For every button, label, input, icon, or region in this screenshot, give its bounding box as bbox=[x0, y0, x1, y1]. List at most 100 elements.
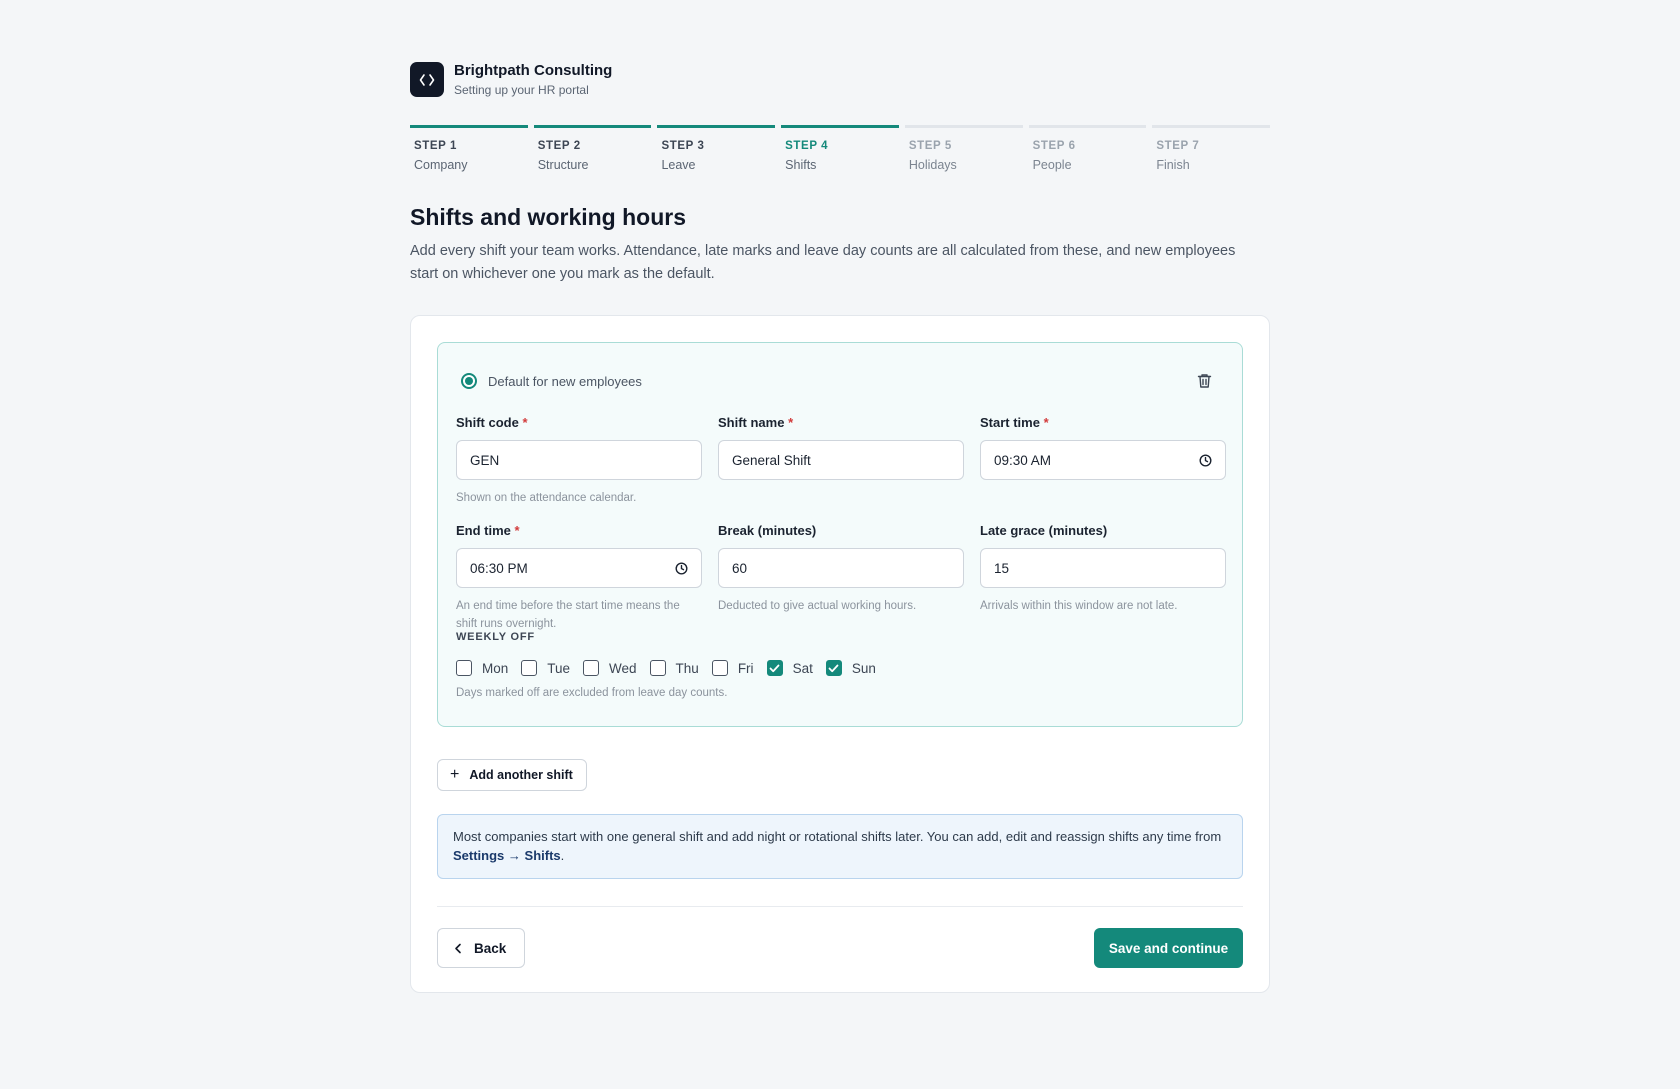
start-time-field: Start time * 09:30 AM bbox=[980, 415, 1226, 507]
end-time-value: 06:30 PM bbox=[470, 560, 528, 576]
checkbox[interactable] bbox=[766, 660, 783, 676]
trash-icon[interactable] bbox=[1197, 373, 1212, 389]
shift-code-value: GEN bbox=[470, 452, 500, 468]
settings-link[interactable]: Settings bbox=[453, 848, 504, 863]
day-label: Wed bbox=[609, 660, 637, 676]
shift-name-label: Shift name bbox=[718, 415, 785, 430]
step-4[interactable]: STEP 4 Shifts bbox=[781, 125, 899, 177]
step-number: STEP 4 bbox=[785, 140, 829, 152]
end-time-field: End time * 06:30 PM An end time before t… bbox=[456, 523, 702, 633]
back-label: Back bbox=[474, 940, 507, 956]
divider bbox=[437, 906, 1243, 907]
shift-code-label: Shift code bbox=[456, 415, 519, 430]
company-subtitle: Setting up your HR portal bbox=[454, 83, 589, 97]
step-label: Finish bbox=[1156, 158, 1190, 172]
default-radio-label: Default for new employees bbox=[488, 373, 642, 389]
weekly-off-title: WEEKLY OFF bbox=[456, 631, 535, 643]
break-input[interactable]: 60 bbox=[718, 548, 964, 588]
late-grace-input[interactable]: 15 bbox=[980, 548, 1226, 588]
code-brackets-icon bbox=[410, 62, 444, 97]
end-time-label: End time bbox=[456, 523, 511, 538]
break-value: 60 bbox=[732, 560, 748, 576]
step-label: Holidays bbox=[908, 158, 957, 172]
add-shift-button[interactable]: + Add another shift bbox=[437, 759, 587, 791]
weekly-off-sat[interactable]: Sat bbox=[766, 660, 813, 676]
checkbox[interactable] bbox=[711, 660, 728, 676]
company-name: Brightpath Consulting bbox=[454, 62, 613, 79]
weekly-off-days: Mon Tue Wed Thu Fri Sat Sun bbox=[456, 660, 889, 676]
day-label: Tue bbox=[547, 660, 571, 676]
start-time-label: Start time bbox=[980, 415, 1040, 430]
weekly-off-section: WEEKLY OFF Mon Tue Wed Thu Fri Sat Sun Days ma… bbox=[456, 631, 889, 699]
save-continue-button[interactable]: Save and continue bbox=[1094, 928, 1243, 968]
break-label: Break (minutes) bbox=[718, 523, 817, 538]
checkbox[interactable] bbox=[583, 660, 600, 676]
step-label: Shifts bbox=[785, 158, 817, 172]
shift-code-help: Shown on the attendance calendar. bbox=[456, 492, 637, 504]
weekly-off-thu[interactable]: Thu bbox=[649, 660, 699, 676]
checkbox[interactable] bbox=[521, 660, 538, 676]
step-number: STEP 5 bbox=[908, 140, 952, 152]
weekly-off-help: Days marked off are excluded from leave … bbox=[456, 687, 728, 699]
setup-wizard: Brightpath Consulting Setting up your HR… bbox=[410, 62, 1271, 993]
brand-header: Brightpath Consulting Setting up your HR… bbox=[410, 62, 1270, 97]
step-number: STEP 6 bbox=[1032, 140, 1076, 152]
page-intro: Add every shift your team works. Attenda… bbox=[410, 243, 1236, 282]
weekly-off-wed[interactable]: Wed bbox=[583, 660, 637, 676]
step-1[interactable]: STEP 1 Company bbox=[410, 125, 528, 177]
step-label: People bbox=[1032, 158, 1072, 172]
checkbox[interactable] bbox=[825, 660, 842, 676]
default-radio[interactable] bbox=[461, 373, 477, 389]
plus-icon: + bbox=[450, 766, 460, 783]
step-2[interactable]: STEP 2 Structure bbox=[533, 125, 652, 177]
start-time-input[interactable]: 09:30 AM bbox=[980, 440, 1226, 480]
back-button[interactable]: Back bbox=[437, 928, 525, 968]
note-text: Most companies start with one general sh… bbox=[453, 829, 1222, 844]
step-number: STEP 2 bbox=[537, 140, 581, 152]
late-grace-field: Late grace (minutes) 15 Arrivals within … bbox=[980, 523, 1226, 633]
checkbox[interactable] bbox=[456, 660, 472, 676]
required-mark: * bbox=[522, 415, 528, 430]
day-label: Mon bbox=[482, 660, 509, 676]
shifts-link[interactable]: Shifts bbox=[525, 848, 561, 863]
add-shift-label: Add another shift bbox=[469, 768, 573, 782]
step-number: STEP 3 bbox=[661, 140, 705, 152]
day-label: Sun bbox=[851, 660, 876, 676]
day-label: Thu bbox=[675, 660, 699, 676]
chevron-left-icon bbox=[454, 943, 462, 954]
step-label: Structure bbox=[537, 158, 589, 172]
weekly-off-fri[interactable]: Fri bbox=[711, 660, 754, 676]
note-arrow: → bbox=[507, 848, 521, 863]
shift-code-field: Shift code * GEN Shown on the attendance… bbox=[456, 415, 702, 507]
page-title: Shifts and working hours bbox=[410, 204, 687, 230]
step-3[interactable]: STEP 3 Leave bbox=[657, 125, 776, 177]
save-label: Save and continue bbox=[1108, 940, 1229, 956]
stepper: STEP 1 Company STEP 2 Structure STEP 3 Leave S… bbox=[410, 125, 1271, 177]
clock-icon[interactable] bbox=[675, 561, 688, 575]
late-grace-label: Late grace (minutes) bbox=[980, 523, 1108, 538]
late-grace-help: Arrivals within this window are not late… bbox=[980, 600, 1178, 612]
break-help: Deducted to give actual working hours. bbox=[718, 600, 917, 612]
shift-name-value: General Shift bbox=[732, 452, 811, 468]
shift-name-input[interactable]: General Shift bbox=[718, 440, 964, 480]
step-label: Company bbox=[414, 158, 468, 172]
shift-block: Default for new employees Shift code * G… bbox=[437, 342, 1243, 727]
end-time-input[interactable]: 06:30 PM bbox=[456, 548, 702, 588]
step-6[interactable]: STEP 6 People bbox=[1028, 125, 1147, 177]
shift-name-field: Shift name * General Shift bbox=[718, 415, 964, 507]
end-time-help: An end time before the start time means … bbox=[456, 600, 680, 630]
required-mark: * bbox=[514, 523, 520, 538]
step-5[interactable]: STEP 5 Holidays bbox=[904, 125, 1023, 177]
step-7[interactable]: STEP 7 Finish bbox=[1152, 125, 1271, 177]
weekly-off-sun[interactable]: Sun bbox=[825, 660, 876, 676]
info-note: Most companies start with one general sh… bbox=[437, 814, 1243, 879]
day-label: Fri bbox=[737, 660, 754, 676]
weekly-off-tue[interactable]: Tue bbox=[521, 660, 570, 676]
clock-icon[interactable] bbox=[1199, 453, 1212, 467]
shift-code-input[interactable]: GEN bbox=[456, 440, 702, 480]
late-grace-value: 15 bbox=[994, 560, 1010, 576]
checkbox[interactable] bbox=[649, 660, 666, 676]
step-number: STEP 1 bbox=[414, 140, 458, 152]
required-mark: * bbox=[1043, 415, 1049, 430]
weekly-off-mon[interactable]: Mon bbox=[456, 660, 508, 676]
